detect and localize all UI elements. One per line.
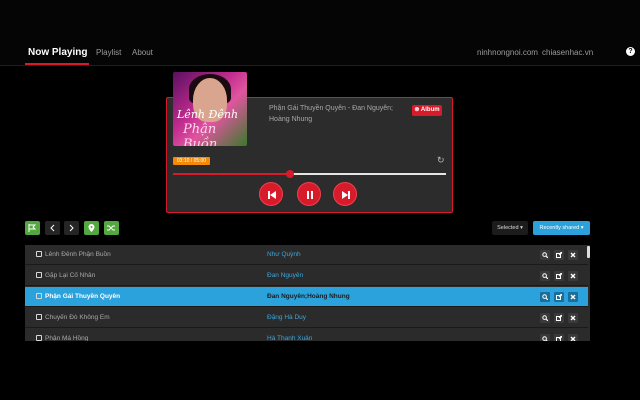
share-icon <box>556 294 562 300</box>
search-song-button[interactable] <box>540 334 550 341</box>
share-song-button[interactable] <box>554 271 564 281</box>
remove-song-button[interactable] <box>568 313 578 323</box>
search-icon <box>542 252 548 258</box>
prev-page-button[interactable] <box>45 221 60 235</box>
search-song-button[interactable] <box>540 292 550 302</box>
locate-button[interactable] <box>84 221 99 235</box>
progress-bar[interactable] <box>173 170 446 178</box>
flag-button[interactable] <box>25 221 40 235</box>
share-song-button[interactable] <box>554 292 564 302</box>
map-marker-icon <box>88 224 95 232</box>
chevron-left-icon <box>50 224 55 232</box>
playlist-table: Lênh Đênh Phận Buồn Như Quỳnh Gặp Lại Cố N… <box>25 245 590 341</box>
song-title: Gặp Lại Cố Nhân <box>45 272 96 279</box>
share-song-button[interactable] <box>554 334 564 341</box>
table-row[interactable]: Phận Má Hồng Hà Thanh Xuân <box>25 329 588 341</box>
search-icon <box>542 294 548 300</box>
time-badge: 03:10 / 05:00 <box>173 157 210 165</box>
search-song-button[interactable] <box>540 250 550 260</box>
table-scrollbar[interactable] <box>587 246 590 258</box>
remove-icon <box>570 294 576 300</box>
song-artist-link[interactable]: Đặng Hà Duy <box>267 314 306 321</box>
song-artist-link[interactable]: Hà Thanh Xuân <box>267 335 312 341</box>
active-tab-underline <box>25 63 89 65</box>
album-label: Album <box>420 107 440 113</box>
remove-icon <box>570 336 576 341</box>
nav-about[interactable]: About <box>132 48 153 68</box>
search-song-button[interactable] <box>540 271 550 281</box>
share-icon <box>556 336 562 341</box>
recently-shared-dropdown[interactable]: Recently shared ▾ <box>533 221 590 235</box>
remove-song-button[interactable] <box>568 334 578 341</box>
table-row[interactable]: Gặp Lại Cố Nhân Đan Nguyên <box>25 266 588 286</box>
cover-title-line1: Lênh Đênh <box>177 108 239 121</box>
song-title: Phận Gái Thuyền Quyên <box>45 293 121 300</box>
pause-button[interactable] <box>297 182 321 206</box>
song-title: Lênh Đênh Phận Buồn <box>45 251 111 258</box>
remove-song-button[interactable] <box>568 250 578 260</box>
album-cover: Lênh Đênh Phận Buồn <box>173 72 247 146</box>
skip-forward-icon <box>342 191 350 199</box>
previous-button[interactable] <box>259 182 283 206</box>
search-icon <box>542 336 548 341</box>
now-playing-title: Phận Gái Thuyền Quyên - Đan Nguyên; <box>269 105 394 112</box>
nav-link-ninhnongnoi[interactable]: ninhnongnoi.com <box>477 48 538 68</box>
row-checkbox[interactable] <box>36 335 42 341</box>
flag-icon <box>28 224 37 232</box>
skip-back-icon <box>268 191 276 199</box>
song-artist-link[interactable]: Đan Nguyên;Hoàng Nhung <box>267 293 350 300</box>
song-title: Chuyến Đò Không Em <box>45 314 110 321</box>
song-artist-link[interactable]: Như Quỳnh <box>267 251 301 258</box>
song-title: Phận Má Hồng <box>45 335 89 341</box>
remove-icon <box>570 273 576 279</box>
row-checkbox[interactable] <box>36 272 42 278</box>
shuffle-icon <box>107 225 115 231</box>
search-song-button[interactable] <box>540 313 550 323</box>
table-row[interactable]: Lênh Đênh Phận Buồn Như Quỳnh <box>25 245 588 265</box>
now-playing-artist: Hoàng Nhung <box>269 116 313 123</box>
share-icon <box>556 273 562 279</box>
row-checkbox[interactable] <box>36 251 42 257</box>
row-checkbox[interactable] <box>36 293 42 299</box>
help-icon[interactable]: ? <box>626 47 635 56</box>
next-button[interactable] <box>333 182 357 206</box>
row-checkbox[interactable] <box>36 314 42 320</box>
table-row[interactable]: Phận Gái Thuyền Quyên Đan Nguyên;Hoàng Nh… <box>25 287 588 307</box>
table-row[interactable]: Chuyến Đò Không Em Đặng Hà Duy <box>25 308 588 328</box>
search-icon <box>542 273 548 279</box>
progress-fill <box>173 173 291 175</box>
next-page-button[interactable] <box>64 221 79 235</box>
refresh-icon[interactable]: ↻ <box>437 155 445 166</box>
remove-icon <box>570 315 576 321</box>
song-artist-link[interactable]: Đan Nguyên <box>267 272 303 279</box>
selected-dropdown[interactable]: Selected ▾ <box>492 221 528 235</box>
nav-playlist[interactable]: Playlist <box>96 48 121 68</box>
nav-link-chiasenhac[interactable]: chiasenhac.vn <box>542 48 593 68</box>
pause-icon <box>307 191 313 199</box>
cover-title-line2: Phận Buồn <box>183 122 218 146</box>
album-button[interactable]: ⊗ Album <box>412 105 442 116</box>
shuffle-button[interactable] <box>104 221 119 235</box>
share-song-button[interactable] <box>554 313 564 323</box>
share-song-button[interactable] <box>554 250 564 260</box>
search-icon <box>542 315 548 321</box>
share-icon <box>556 252 562 258</box>
remove-song-button[interactable] <box>568 292 578 302</box>
chevron-right-icon <box>69 224 74 232</box>
remove-icon <box>570 252 576 258</box>
remove-song-button[interactable] <box>568 271 578 281</box>
share-icon <box>556 315 562 321</box>
